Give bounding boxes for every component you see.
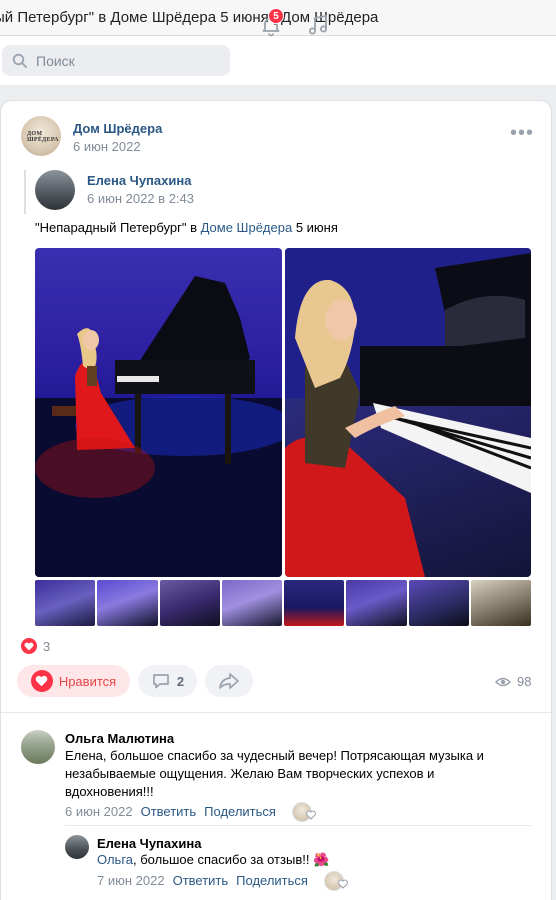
share-button[interactable] bbox=[205, 665, 253, 697]
reply-author[interactable]: Елена Чупахина bbox=[97, 836, 201, 851]
like-heart-icon bbox=[30, 670, 53, 692]
post-photo-2[interactable] bbox=[285, 248, 531, 577]
hibiscus-emoji: 🌺 bbox=[313, 852, 330, 867]
heart-outline-icon[interactable] bbox=[306, 810, 316, 820]
post-date[interactable]: 6 июн 2022 bbox=[73, 139, 141, 154]
views-count: 98 bbox=[517, 674, 532, 689]
comments-count: 2 bbox=[176, 673, 185, 689]
photo-thumbnail[interactable] bbox=[470, 580, 531, 626]
comment-author[interactable]: Ольга Малютина bbox=[65, 731, 174, 746]
comments-divider bbox=[1, 712, 551, 713]
post-photo-1[interactable] bbox=[35, 248, 282, 577]
repost-date[interactable]: 6 июн 2022 в 2:43 bbox=[87, 191, 194, 206]
reply-meta: 7 июн 2022 Ответить Поделиться bbox=[97, 873, 308, 888]
photo-thumbnail[interactable] bbox=[159, 580, 220, 626]
share-link[interactable]: Поделиться bbox=[236, 873, 308, 888]
photo-thumbnail[interactable] bbox=[284, 580, 345, 626]
group-avatar-logo: ДОМ ШРЁДЕРА bbox=[27, 131, 59, 143]
more-options-icon[interactable]: ••• bbox=[510, 123, 534, 143]
comment-author-avatar[interactable] bbox=[21, 730, 55, 764]
post-text-end: 5 июня bbox=[292, 220, 338, 235]
comment-date[interactable]: 6 июн 2022 bbox=[65, 804, 133, 819]
reply-date[interactable]: 7 июн 2022 bbox=[97, 873, 165, 888]
comment-icon bbox=[153, 674, 169, 689]
reply-divider bbox=[65, 825, 531, 826]
eye-icon bbox=[495, 677, 511, 686]
search-icon bbox=[12, 53, 27, 68]
reply-mention[interactable]: Ольга bbox=[97, 852, 133, 867]
share-link[interactable]: Поделиться bbox=[204, 804, 276, 819]
photo-thumbnail[interactable] bbox=[221, 580, 282, 626]
like-button[interactable]: Нравится bbox=[17, 665, 130, 697]
share-icon bbox=[219, 673, 239, 689]
photo-1-art bbox=[35, 276, 282, 577]
repost-indicator-line bbox=[24, 170, 26, 214]
photo-2-art bbox=[285, 248, 531, 577]
comment-text: Елена, большое спасибо за чудесный вечер… bbox=[65, 748, 484, 799]
heart-outline-icon[interactable] bbox=[338, 879, 348, 889]
photo-thumbnails bbox=[35, 580, 531, 626]
notifications-badge: 5 bbox=[268, 8, 284, 24]
photo-thumbnail[interactable] bbox=[346, 580, 407, 626]
reply-link[interactable]: Ответить bbox=[141, 804, 197, 819]
repost-author-avatar[interactable] bbox=[35, 170, 75, 210]
top-nav-bar bbox=[0, 36, 556, 86]
repost-author-link[interactable]: Елена Чупахина bbox=[87, 173, 191, 188]
reply-link[interactable]: Ответить bbox=[173, 873, 229, 888]
reply-text: Ольга, большое спасибо за отзыв!! 🌺 bbox=[97, 851, 329, 869]
reply-author-avatar[interactable] bbox=[65, 835, 89, 859]
group-avatar[interactable]: ДОМ ШРЁДЕРА bbox=[21, 116, 61, 156]
photo-thumbnail[interactable] bbox=[408, 580, 469, 626]
search-box[interactable] bbox=[2, 45, 230, 76]
post-author-link[interactable]: Дом Шрёдера bbox=[73, 121, 162, 136]
like-label: Нравится bbox=[58, 673, 117, 689]
likes-summary[interactable]: 3 bbox=[21, 638, 50, 654]
photo-thumbnail[interactable] bbox=[35, 580, 96, 626]
post-text: "Непарадный Петербург" в Доме Шрёдера 5 … bbox=[35, 220, 338, 235]
likes-count: 3 bbox=[43, 638, 51, 654]
post-text-start: "Непарадный Петербург" в bbox=[35, 220, 201, 235]
search-input[interactable] bbox=[36, 52, 216, 69]
comment-meta: 6 июн 2022 Ответить Поделиться bbox=[65, 804, 276, 819]
post-text-link[interactable]: Доме Шрёдера bbox=[201, 220, 293, 235]
views-counter: 98 bbox=[495, 674, 531, 689]
reply-text-body: , большое спасибо за отзыв!! bbox=[133, 852, 314, 867]
photo-thumbnail[interactable] bbox=[97, 580, 158, 626]
heart-icon bbox=[21, 638, 37, 654]
comment-button[interactable]: 2 bbox=[138, 665, 197, 697]
music-icon[interactable] bbox=[306, 13, 330, 37]
